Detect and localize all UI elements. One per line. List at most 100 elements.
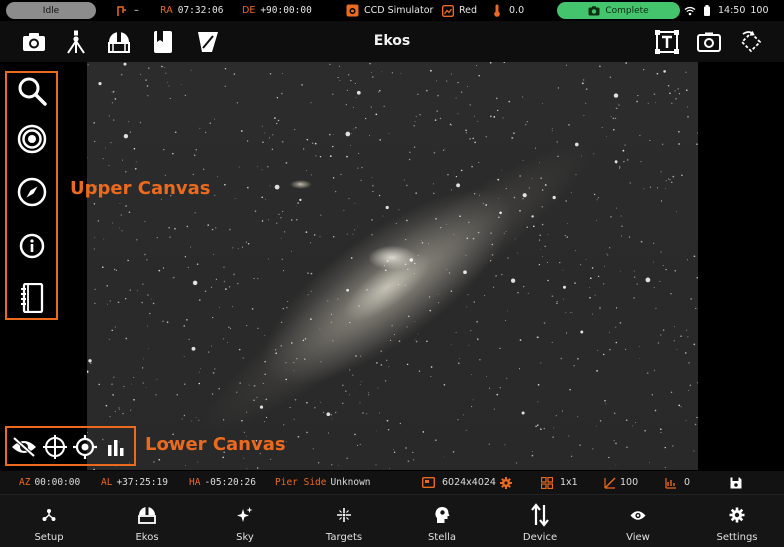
star [105, 404, 108, 407]
star [618, 104, 620, 106]
mount-status[interactable]: – [116, 0, 139, 21]
star [129, 131, 132, 133]
star [664, 466, 667, 469]
star [257, 327, 259, 329]
nav-setup[interactable]: Setup [4, 495, 94, 547]
nav-device[interactable]: Device [495, 495, 585, 547]
center-target-button[interactable] [72, 434, 98, 460]
star [280, 217, 282, 219]
star [215, 227, 217, 229]
binning-setting[interactable]: 1x1 [541, 471, 578, 494]
star [168, 226, 170, 229]
capture-complete-pill[interactable]: Complete [557, 2, 680, 19]
star [636, 100, 638, 103]
star [209, 122, 211, 124]
star [649, 186, 652, 188]
star [376, 430, 377, 432]
star [537, 424, 539, 426]
upper-canvas-label: Upper Canvas [70, 178, 211, 199]
target-button[interactable] [16, 123, 48, 155]
search-button[interactable] [16, 75, 48, 107]
star [225, 288, 227, 290]
star [405, 447, 407, 449]
star [477, 231, 480, 234]
star [333, 134, 334, 135]
nav-device-label: Device [522, 532, 558, 543]
star [108, 338, 110, 340]
star [406, 184, 408, 187]
star [496, 109, 499, 112]
star [474, 141, 476, 144]
star [281, 258, 284, 261]
filter-status[interactable]: Red [442, 0, 477, 21]
star [306, 138, 309, 141]
star [413, 146, 416, 148]
star [121, 159, 124, 161]
star [310, 318, 312, 320]
clock: 14:50 100 [718, 0, 769, 21]
star [322, 411, 325, 414]
resolution-setting[interactable]: 6024x4024 [422, 471, 512, 494]
star [617, 107, 619, 109]
nav-sky[interactable]: Sky [200, 495, 290, 547]
nav-settings[interactable]: Settings [692, 495, 782, 547]
sky-image[interactable] [87, 62, 698, 470]
nav-stella[interactable]: Stella [397, 495, 487, 547]
notebook-button[interactable] [16, 282, 48, 314]
wifi-icon [684, 6, 696, 15]
star [585, 259, 587, 261]
star [240, 130, 243, 132]
star [200, 368, 202, 370]
rotate-button[interactable] [738, 29, 764, 55]
star [112, 90, 115, 93]
star [565, 200, 567, 202]
info-button[interactable] [16, 230, 48, 262]
star [371, 219, 373, 221]
star [676, 210, 678, 212]
star [557, 87, 559, 89]
star [146, 259, 148, 261]
star [346, 233, 348, 235]
az-value: 00:00:00 [34, 477, 81, 488]
star [602, 283, 605, 285]
capture-camera-icon [588, 5, 600, 15]
idle-status-pill[interactable]: Idle [6, 2, 96, 19]
star [109, 416, 111, 418]
crosshair-button[interactable] [42, 434, 68, 460]
star [476, 320, 478, 323]
star [615, 341, 618, 344]
star [574, 282, 576, 284]
star [639, 357, 641, 359]
star [349, 322, 351, 324]
screenshot-button[interactable] [696, 29, 722, 55]
star [197, 461, 199, 463]
star [581, 155, 582, 157]
star [135, 161, 137, 163]
star [479, 358, 481, 361]
camera-status[interactable]: CCD Simulator [346, 0, 433, 21]
star [236, 391, 238, 393]
nav-ekos[interactable]: Ekos [102, 495, 192, 547]
star [493, 408, 495, 410]
star [522, 159, 524, 161]
histogram-button[interactable] [103, 434, 129, 460]
save-button[interactable] [730, 471, 742, 494]
star [239, 382, 241, 384]
star [284, 231, 286, 233]
gain-setting[interactable]: 100 [604, 471, 638, 494]
text-frame-button[interactable] [654, 29, 680, 55]
offset-setting[interactable]: 0 [665, 471, 690, 494]
wifi-status [684, 0, 696, 21]
star [371, 72, 372, 74]
star [204, 131, 207, 134]
nav-view[interactable]: View [593, 495, 683, 547]
star [531, 454, 534, 457]
temperature-status[interactable]: 0.0 [493, 0, 524, 21]
star [169, 97, 171, 99]
nav-targets[interactable]: Targets [299, 495, 389, 547]
star [281, 140, 284, 143]
gps-target-icon [73, 435, 97, 459]
hide-overlay-button[interactable] [11, 434, 37, 460]
compass-button[interactable] [16, 176, 48, 208]
star [398, 209, 400, 211]
